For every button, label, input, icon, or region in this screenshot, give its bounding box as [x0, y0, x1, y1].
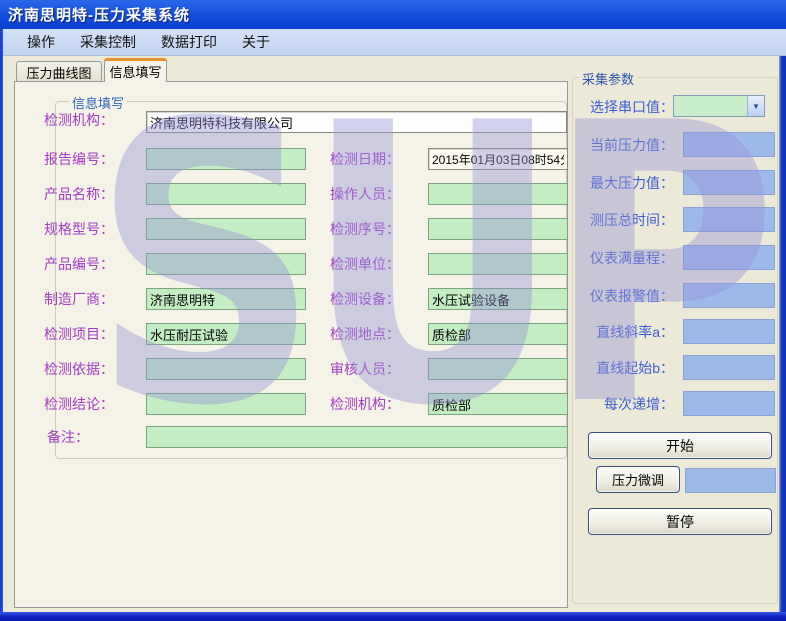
test-org2-input[interactable] [428, 393, 568, 415]
test-equipment-input[interactable] [428, 288, 568, 310]
start-button[interactable]: 开始 [588, 432, 772, 459]
menu-item-about[interactable]: 关于 [231, 29, 281, 55]
window-title: 济南思明特-压力采集系统 [8, 4, 190, 25]
menu-bar: 操作 采集控制 数据打印 关于 [3, 29, 786, 56]
product-number-input[interactable] [146, 253, 306, 275]
product-name-input[interactable] [146, 183, 306, 205]
test-equipment-label: 检测设备： [330, 288, 430, 310]
window-border-right [779, 56, 786, 612]
pressure-fine-tune-button[interactable]: 压力微调 [596, 466, 680, 493]
test-basis-input[interactable] [146, 358, 306, 380]
serial-port-select[interactable]: ▼ [673, 95, 765, 117]
test-org2-label: 检测机构： [330, 393, 430, 415]
tab-info-fill[interactable]: 信息填写 [104, 58, 167, 82]
app-window: 济南思明特-压力采集系统 操作 采集控制 数据打印 关于 压力曲线图 信息填写 … [0, 0, 786, 621]
test-org-input[interactable] [146, 111, 567, 133]
max-pressure-field[interactable] [683, 170, 775, 195]
menu-item-operation[interactable]: 操作 [16, 29, 66, 55]
product-name-label: 产品名称： [44, 183, 144, 205]
chevron-down-icon[interactable]: ▼ [747, 96, 764, 116]
test-item-label: 检测项目： [44, 323, 144, 345]
test-location-input[interactable] [428, 323, 568, 345]
gauge-range-field[interactable] [683, 245, 775, 270]
intercept-b-field[interactable] [683, 355, 775, 380]
acquisition-params-group-title: 采集参数 [579, 69, 637, 88]
slope-a-label: 直线斜率a： [562, 323, 674, 341]
test-date-input[interactable] [428, 148, 568, 170]
test-location-label: 检测地点： [330, 323, 430, 345]
test-serial-label: 检测序号： [330, 218, 430, 240]
product-number-label: 产品编号： [44, 253, 144, 275]
current-pressure-field[interactable] [683, 132, 775, 157]
operator-input[interactable] [428, 183, 568, 205]
window-border-bottom [0, 612, 786, 621]
increment-label: 每次递增： [562, 395, 674, 413]
increment-field[interactable] [683, 391, 775, 416]
tab-pressure-curve[interactable]: 压力曲线图 [16, 61, 102, 82]
test-conclusion-label: 检测结论： [44, 393, 144, 415]
gauge-range-label: 仪表满量程： [562, 249, 674, 267]
pause-button[interactable]: 暂停 [588, 508, 772, 535]
intercept-b-label: 直线起始b： [562, 359, 674, 377]
spec-model-input[interactable] [146, 218, 306, 240]
title-bar: 济南思明特-压力采集系统 [0, 0, 786, 29]
report-number-label: 报告编号： [44, 148, 144, 170]
gauge-alarm-field[interactable] [683, 283, 775, 308]
max-pressure-label: 最大压力值： [562, 174, 674, 192]
spec-model-label: 规格型号： [44, 218, 144, 240]
reviewer-input[interactable] [428, 358, 568, 380]
notes-label: 备注： [47, 426, 147, 448]
slope-a-field[interactable] [683, 319, 775, 344]
info-fill-tab-page: 信息填写 检测机构： 报告编号： 产品名称： 规格型号： 产品编号： 制造厂商：… [14, 81, 568, 608]
manufacturer-input[interactable] [146, 288, 306, 310]
operator-label: 操作人员： [330, 183, 430, 205]
window-border-left [0, 29, 3, 612]
fine-tune-field[interactable] [685, 468, 776, 493]
menu-item-acquisition-control[interactable]: 采集控制 [69, 29, 147, 55]
notes-input[interactable] [146, 426, 568, 448]
test-unit-input[interactable] [428, 253, 568, 275]
test-basis-label: 检测依据： [44, 358, 144, 380]
test-date-label: 检测日期： [330, 148, 430, 170]
total-time-label: 测压总时间： [562, 211, 674, 229]
serial-port-value [674, 96, 747, 116]
test-serial-input[interactable] [428, 218, 568, 240]
test-conclusion-input[interactable] [146, 393, 306, 415]
total-time-field[interactable] [683, 207, 775, 232]
test-org-label: 检测机构： [44, 109, 144, 131]
test-unit-label: 检测单位： [330, 253, 430, 275]
reviewer-label: 审核人员： [330, 358, 430, 380]
manufacturer-label: 制造厂商： [44, 288, 144, 310]
current-pressure-label: 当前压力值： [562, 136, 674, 154]
serial-port-label: 选择串口值： [562, 98, 674, 116]
menu-item-data-print[interactable]: 数据打印 [150, 29, 228, 55]
report-number-input[interactable] [146, 148, 306, 170]
gauge-alarm-label: 仪表报警值： [562, 287, 674, 305]
test-item-input[interactable] [146, 323, 306, 345]
